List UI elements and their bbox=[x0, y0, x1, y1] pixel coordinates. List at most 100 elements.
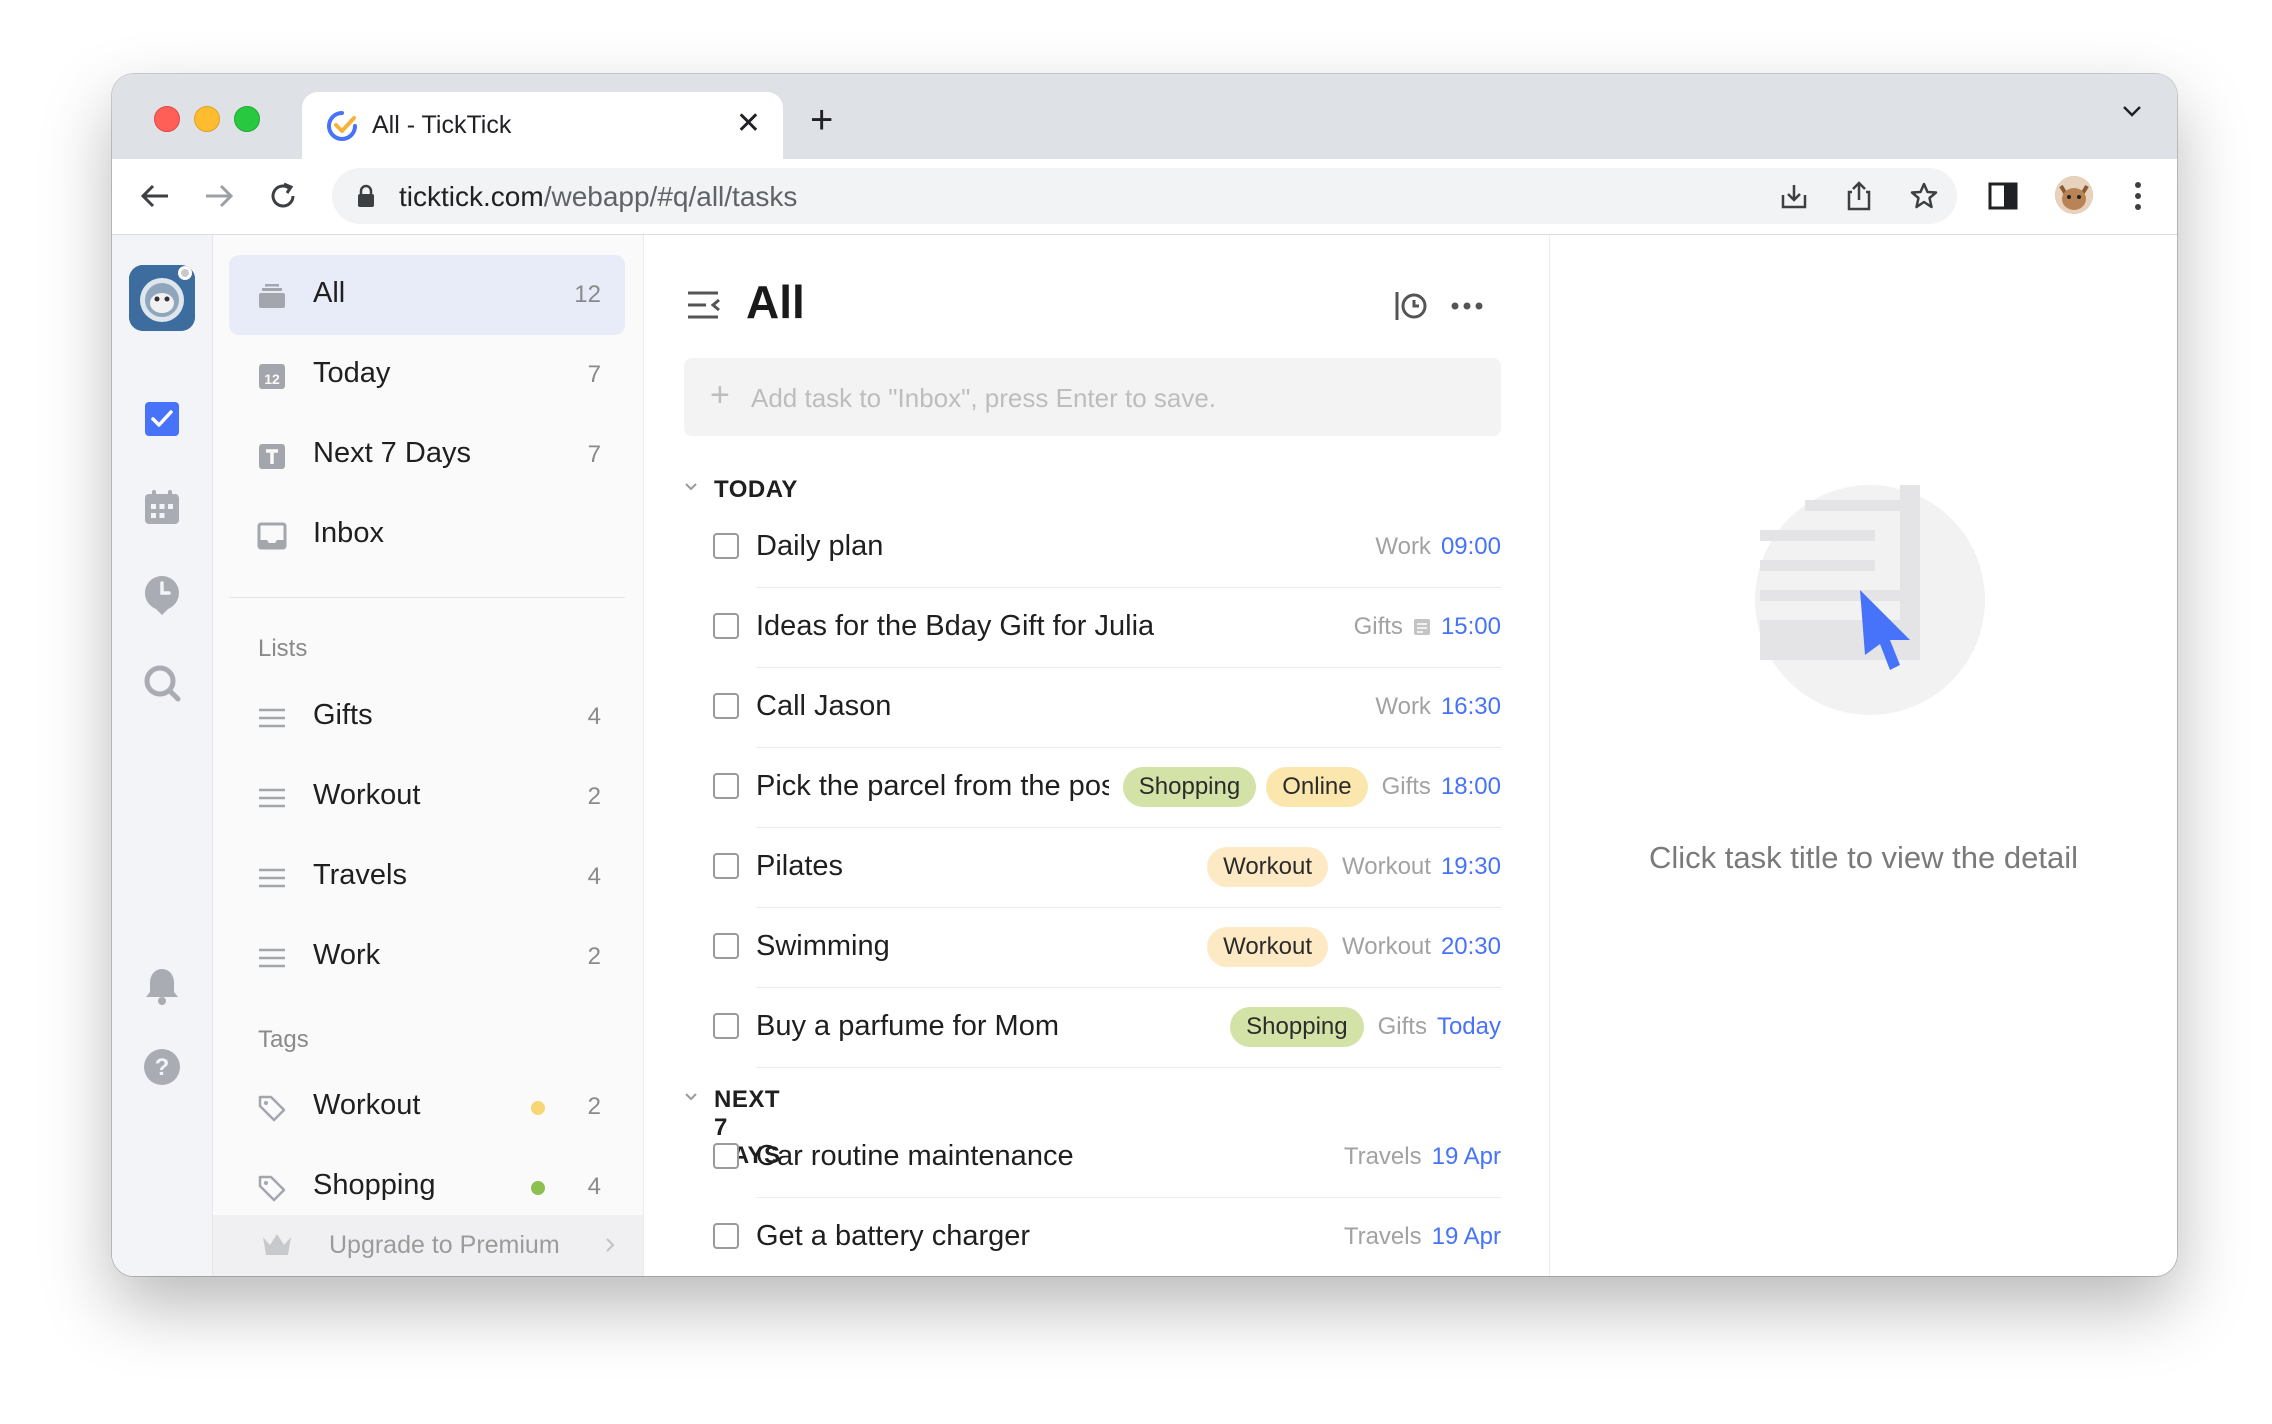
task-due-date[interactable]: 15:00 bbox=[1441, 613, 1501, 641]
sidebar-item-list-travels[interactable]: Travels 4 bbox=[229, 837, 625, 917]
task-checkbox[interactable] bbox=[713, 693, 739, 719]
tab-search-chevron-icon[interactable] bbox=[2121, 104, 2143, 118]
sidebar-item-inbox[interactable]: Inbox bbox=[229, 495, 625, 575]
sidebar-item-tag-workout[interactable]: Workout 2 bbox=[229, 1067, 625, 1147]
address-bar[interactable]: ticktick.com/webapp/#q/all/tasks bbox=[332, 168, 1957, 224]
new-tab-button[interactable]: + bbox=[810, 100, 833, 140]
sidebar-item-list-work[interactable]: Work 2 bbox=[229, 917, 625, 997]
profile-avatar[interactable] bbox=[2055, 176, 2093, 214]
notification-bell-icon[interactable] bbox=[142, 966, 182, 1006]
task-list-name: Workout bbox=[1342, 853, 1431, 880]
sidebar-item-next-7-days[interactable]: Next 7 Days 7 bbox=[229, 415, 625, 495]
pomodoro-nav-icon[interactable] bbox=[142, 575, 182, 615]
task-title[interactable]: Pilates bbox=[756, 850, 843, 883]
task-due-date[interactable]: 19 Apr bbox=[1432, 1223, 1501, 1251]
forward-arrow-icon[interactable] bbox=[202, 179, 236, 213]
task-divider bbox=[756, 1067, 1501, 1068]
task-list-name: Travels bbox=[1343, 1223, 1422, 1250]
task-title[interactable]: Buy a parfume for Mom bbox=[756, 1010, 1059, 1043]
sidebar-item-label: Work bbox=[313, 939, 381, 971]
sidebar-item-today[interactable]: 12 Today 7 bbox=[229, 335, 625, 415]
list-lines-icon bbox=[259, 868, 285, 888]
search-nav-icon[interactable] bbox=[142, 663, 182, 703]
tag-icon bbox=[258, 1175, 286, 1202]
ticktick-favicon-icon bbox=[327, 111, 357, 141]
tab-close-icon[interactable]: ✕ bbox=[736, 106, 761, 142]
lock-icon[interactable] bbox=[356, 184, 376, 208]
task-tag-pill[interactable]: Workout bbox=[1207, 927, 1329, 967]
task-due-date[interactable]: 19:30 bbox=[1441, 853, 1501, 881]
task-row[interactable]: Call Jason Work 16:30 bbox=[684, 668, 1501, 748]
task-checkbox[interactable] bbox=[713, 613, 739, 639]
task-meta: Travels 19 Apr bbox=[1340, 1214, 1501, 1260]
task-tag-pill[interactable]: Shopping bbox=[1230, 1007, 1364, 1047]
side-panel-icon[interactable] bbox=[1986, 179, 2020, 213]
task-checkbox[interactable] bbox=[713, 1223, 739, 1249]
task-title[interactable]: Get a battery charger bbox=[756, 1220, 1030, 1253]
task-due-date[interactable]: 18:00 bbox=[1441, 773, 1501, 801]
task-row[interactable]: Swimming Workout Workout 20:30 bbox=[684, 908, 1501, 988]
sidebar-item-list-gifts[interactable]: Gifts 4 bbox=[229, 677, 625, 757]
task-due-date[interactable]: 19 Apr bbox=[1432, 1143, 1501, 1171]
task-list-name: Work bbox=[1375, 533, 1431, 560]
task-due-date[interactable]: 09:00 bbox=[1441, 533, 1501, 561]
tab-title: All - TickTick bbox=[372, 111, 512, 139]
task-row[interactable]: Pilates Workout Workout 19:30 bbox=[684, 828, 1501, 908]
task-checkbox[interactable] bbox=[713, 533, 739, 559]
task-row[interactable]: Pick the parcel from the post office Shop… bbox=[684, 748, 1501, 828]
task-list-name: Travels bbox=[1343, 1143, 1422, 1170]
task-row[interactable]: Ideas for the Bday Gift for Julia Gifts 15… bbox=[684, 588, 1501, 668]
browser-tab-active[interactable]: All - TickTick ✕ bbox=[302, 92, 783, 159]
history-icon[interactable] bbox=[1394, 290, 1428, 322]
task-checkbox-nav-icon[interactable] bbox=[142, 399, 182, 439]
zoom-window-button[interactable] bbox=[234, 106, 260, 132]
task-tag-pill[interactable]: Shopping bbox=[1122, 767, 1257, 807]
task-due-date[interactable]: Today bbox=[1437, 1013, 1501, 1041]
task-tag-pill[interactable]: Workout bbox=[1207, 847, 1329, 887]
task-row[interactable]: Buy a parfume for Mom Shopping Gifts Today bbox=[684, 988, 1501, 1068]
sidebar-toggle-icon[interactable] bbox=[686, 290, 722, 320]
add-task-placeholder: Add task to "Inbox", press Enter to save… bbox=[751, 383, 1217, 413]
list-lines-icon bbox=[259, 708, 285, 728]
task-title[interactable]: Pick the parcel from the post office bbox=[756, 770, 1109, 803]
task-row[interactable]: Daily plan Work 09:00 bbox=[684, 508, 1501, 588]
task-title[interactable]: Call Jason bbox=[756, 690, 891, 723]
task-row[interactable]: Car routine maintenance Travels 19 Apr bbox=[684, 1118, 1501, 1198]
help-icon[interactable]: ? bbox=[142, 1047, 182, 1087]
add-task-input[interactable]: + Add task to "Inbox", press Enter to sa… bbox=[684, 358, 1501, 436]
sidebar-item-all[interactable]: All 12 bbox=[229, 255, 625, 335]
browser-menu-icon[interactable] bbox=[2121, 179, 2155, 213]
task-meta: Shopping Gifts Today bbox=[1230, 1004, 1501, 1050]
task-checkbox[interactable] bbox=[713, 1143, 739, 1169]
svg-text:12: 12 bbox=[264, 371, 280, 387]
close-window-button[interactable] bbox=[154, 106, 180, 132]
back-arrow-icon[interactable] bbox=[138, 179, 172, 213]
task-checkbox[interactable] bbox=[713, 933, 739, 959]
task-title[interactable]: Car routine maintenance bbox=[756, 1140, 1074, 1173]
task-due-date[interactable]: 20:30 bbox=[1441, 933, 1501, 961]
share-icon[interactable] bbox=[1842, 179, 1876, 213]
task-title[interactable]: Daily plan bbox=[756, 530, 883, 563]
upgrade-premium-button[interactable]: Upgrade to Premium bbox=[213, 1215, 643, 1276]
task-row[interactable]: Get a battery charger Travels 19 Apr bbox=[684, 1198, 1501, 1276]
install-app-icon[interactable] bbox=[1777, 179, 1811, 213]
task-title[interactable]: Ideas for the Bday Gift for Julia bbox=[756, 610, 1154, 643]
task-checkbox[interactable] bbox=[713, 1013, 739, 1039]
calendar-nav-icon[interactable] bbox=[142, 487, 182, 527]
task-title[interactable]: Swimming bbox=[756, 930, 890, 963]
task-checkbox[interactable] bbox=[713, 773, 739, 799]
task-list-name: Work bbox=[1375, 693, 1431, 720]
task-list-main: All + Add task to "Inbox", press Enter t… bbox=[644, 235, 1550, 1276]
task-tag-pill[interactable]: Online bbox=[1266, 767, 1368, 807]
list-lines-icon bbox=[259, 948, 285, 968]
bookmark-star-icon[interactable] bbox=[1907, 179, 1941, 213]
minimize-window-button[interactable] bbox=[194, 106, 220, 132]
task-due-date[interactable]: 16:30 bbox=[1441, 693, 1501, 721]
reload-icon[interactable] bbox=[266, 179, 300, 213]
task-checkbox[interactable] bbox=[713, 853, 739, 879]
user-avatar[interactable] bbox=[129, 265, 195, 331]
sidebar-item-list-workout[interactable]: Workout 2 bbox=[229, 757, 625, 837]
tag-color-dot bbox=[531, 1101, 545, 1115]
sidebar-item-label: Gifts bbox=[313, 699, 373, 731]
more-options-icon[interactable] bbox=[1450, 301, 1484, 311]
